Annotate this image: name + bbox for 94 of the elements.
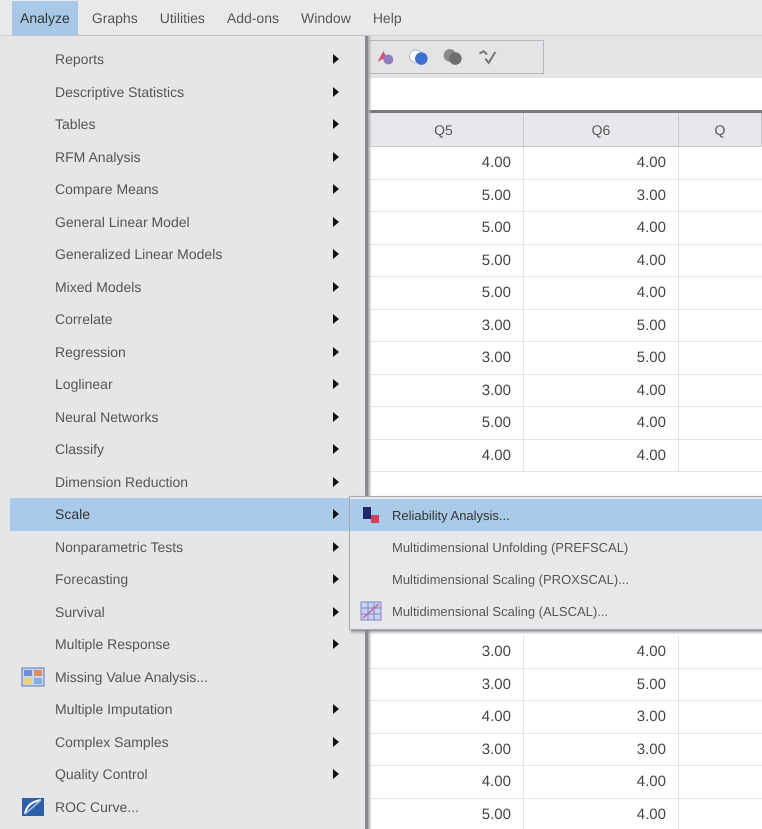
menu-item[interactable]: Descriptive Statistics [10, 76, 363, 108]
menu-item[interactable]: Multiple Imputation [10, 693, 363, 726]
submenu-arrow-icon [333, 86, 339, 97]
table-cell: 3.00 [364, 636, 524, 668]
menu-item[interactable]: Multidimensional Scaling (PROXSCAL)... [350, 563, 762, 595]
submenu-arrow-icon [333, 509, 339, 520]
menu-item[interactable]: Loglinear [10, 368, 363, 400]
submenu-arrow-icon [333, 444, 339, 454]
menu-item[interactable]: Generalized Linear Models [10, 238, 363, 270]
table-cell: 3.00 [524, 734, 679, 766]
menu-item[interactable]: Regression [10, 336, 363, 368]
menu-item[interactable]: Missing Value Analysis... [10, 660, 363, 693]
curve-chart-icon [20, 796, 44, 817]
menu-item[interactable]: Tables [10, 108, 363, 140]
table-cell: 5.00 [524, 342, 679, 374]
menu-bar-item[interactable]: Utilities [152, 0, 213, 34]
blocks-icon [360, 505, 382, 525]
table-cell: 4.00 [524, 798, 679, 829]
menu-item[interactable]: Quality Control [10, 758, 363, 790]
check-mark-icon[interactable] [476, 47, 498, 67]
submenu-arrow-icon [333, 346, 339, 357]
table-cell: 5.00 [364, 407, 524, 440]
menu-item[interactable]: Dimension Reduction [10, 466, 363, 498]
table-cell: 3.00 [364, 734, 524, 766]
table-cell: 3.00 [364, 374, 524, 407]
menu-item[interactable]: Correlate [10, 303, 363, 336]
submenu-arrow-icon [333, 119, 339, 130]
table-cell: 3.00 [364, 310, 524, 342]
submenu-arrow-icon [333, 736, 339, 747]
submenu-arrow-icon [333, 412, 339, 422]
submenu-arrow-icon [333, 574, 339, 584]
submenu-arrow-icon [333, 282, 339, 292]
table-cell: 4.00 [524, 636, 679, 668]
menu-item[interactable]: Complex Samples [10, 726, 363, 758]
table-cell: 3.00 [524, 701, 679, 734]
submenu-arrow-icon [333, 476, 339, 487]
table-cell: 3.00 [364, 342, 524, 374]
table-cell: 4.00 [364, 766, 524, 798]
menu-bar-item[interactable]: Help [364, 0, 410, 34]
table-cell: 5.00 [364, 244, 524, 277]
menu-item[interactable]: Reliability Analysis... [350, 499, 762, 531]
table-cell: 5.00 [364, 180, 524, 212]
table-cell: 5.00 [364, 798, 524, 829]
submenu-arrow-icon [333, 249, 339, 260]
menu-item[interactable]: Neural Networks [10, 400, 363, 433]
submenu-arrow-icon [333, 379, 339, 390]
table-cell: 4.00 [524, 244, 679, 277]
submenu-arrow-icon [333, 184, 339, 194]
menu-item[interactable]: Reports [10, 43, 363, 76]
table-cell: 4.00 [524, 147, 679, 180]
menu-item[interactable]: Multidimensional Unfolding (PREFSCAL) [350, 531, 762, 563]
table-cell: 4.00 [524, 407, 679, 440]
table-cell: 4.00 [524, 212, 679, 244]
table-cell: 3.00 [524, 180, 679, 212]
menu-bar-item[interactable]: Window [293, 0, 359, 34]
overlapping-circles-icon[interactable] [408, 47, 430, 67]
menu-bar-item[interactable]: Add-ons [218, 0, 288, 34]
submenu-arrow-icon [333, 542, 339, 552]
menu-item[interactable]: General Linear Model [10, 206, 363, 238]
submenu-arrow-icon [333, 152, 339, 162]
table-cell: 3.00 [364, 668, 524, 701]
menu-item[interactable]: Mixed Models [10, 270, 363, 303]
table-cell: 4.00 [364, 147, 524, 180]
table-cell: 5.00 [524, 310, 679, 342]
menu-item[interactable]: RFM Analysis [10, 140, 363, 173]
grid-icon [20, 666, 44, 687]
table-cell: 4.00 [364, 701, 524, 734]
table-cell: 4.00 [524, 277, 679, 310]
table-cell: 5.00 [364, 212, 524, 244]
column-header[interactable]: Q5 [364, 113, 524, 147]
submenu-arrow-icon [333, 54, 339, 64]
table-cell: 4.00 [524, 440, 679, 472]
menu-bar-item[interactable]: Analyze [12, 0, 78, 34]
table-cell: 5.00 [524, 668, 679, 701]
submenu-arrow-icon [333, 769, 339, 780]
submenu-arrow-icon [333, 606, 339, 617]
menu-item[interactable]: Multiple Response [10, 628, 363, 660]
table-cell: 4.00 [364, 440, 524, 472]
menu-item[interactable]: ROC Curve... [10, 790, 363, 823]
submenu-arrow-icon [333, 216, 339, 227]
grid-icon [360, 601, 382, 621]
menu-item[interactable]: Classify [10, 433, 363, 466]
submenu-arrow-icon [333, 314, 339, 324]
menu-bar-item[interactable]: Graphs [84, 0, 146, 34]
table-cell: 4.00 [524, 374, 679, 407]
menu-item[interactable]: Multidimensional Scaling (ALSCAL)... [350, 595, 762, 627]
column-header[interactable]: Q [679, 113, 762, 147]
submenu-arrow-icon [333, 639, 339, 650]
column-header[interactable]: Q6 [524, 113, 679, 147]
table-cell: 5.00 [364, 277, 524, 310]
double-circle-icon[interactable] [442, 47, 464, 67]
table-cell: 4.00 [524, 766, 679, 798]
submenu-arrow-icon [333, 704, 339, 714]
menu-item[interactable]: Compare Means [10, 173, 363, 206]
